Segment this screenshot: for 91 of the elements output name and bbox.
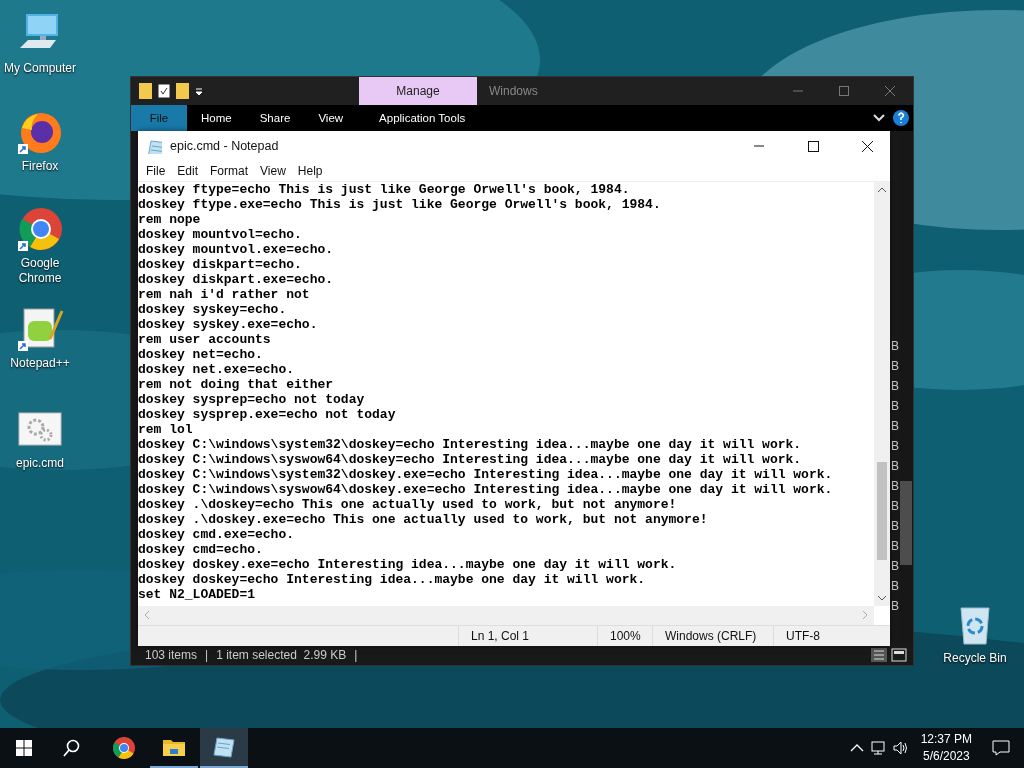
code-line: doskey ftype=echo This is just like George Orwell's book, 1984. [138,182,631,197]
file-size-text: B [891,438,899,455]
code-line: doskey .\doskey.exe=echo This one actually used to work, but not anymore! [138,512,709,527]
file-size-text: B [891,478,899,495]
desktop-icon-label[interactable]: Firefox [21,159,59,174]
file-size-text: B [891,558,899,575]
code-line: doskey net=echo. [138,347,264,362]
code-line: rem not doing that either [138,377,335,392]
code-line: doskey doskey.exe=echo Interesting idea...maybe one day it will work. [138,557,678,572]
file-size-text: B [891,398,899,415]
desktop-icon-label[interactable]: My Computer [4,61,76,76]
status-text: UTF-8 [773,626,886,646]
code-line: doskey diskpart.exe=echo. [138,272,335,287]
windows-logo-icon [16,740,32,756]
notification-icon[interactable] [992,740,1010,756]
status-text: 100% [597,626,652,646]
search-icon [63,739,81,757]
scrollbar[interactable] [874,182,890,606]
code-line: doskey diskpart=echo. [138,257,303,272]
code-line: doskey cmd=echo. [138,542,264,557]
desktop-icon-label[interactable]: epic.cmd [16,456,64,471]
properties-icon[interactable] [158,84,170,98]
menu-item[interactable]: Format [204,161,255,181]
code-line: doskey C:\windows\system32\doskey=echo Interesting idea...maybe one day it will work. [138,437,803,452]
code-line: doskey doskey=echo Interesting idea...maybe one day it will work. [138,572,647,587]
dropdown-icon[interactable] [195,86,203,96]
menu-item[interactable]: View [254,161,292,181]
file-size-text: B [891,518,899,535]
code-line: doskey mountvol.exe=echo. [138,242,335,257]
file-size-text: B [891,498,899,515]
volume-icon[interactable] [892,740,909,756]
code-line: doskey net.exe=echo. [138,362,296,377]
desktop-icon-label[interactable]: Recycle Bin [943,651,1007,666]
chrome-icon [16,205,64,253]
file-size-text: B [891,538,899,555]
window-title: Windows [488,83,539,100]
scrollbar-thumb[interactable] [877,462,887,560]
code-line: doskey sysprep=echo not today [138,392,366,407]
code-line: doskey syskey.exe=echo. [138,317,319,332]
taskbar-app[interactable] [200,728,248,768]
separator: | [205,648,209,662]
menu-item[interactable]: File [140,161,172,181]
menu-item[interactable]: Edit [171,161,205,181]
clock[interactable]: 12:37 PM 5/6/2023 [914,731,978,765]
ribbon-tab[interactable]: Home [187,105,246,131]
status-text: 1 item selected 2.99 KB [216,648,347,662]
network-icon[interactable] [870,740,887,756]
status-text: Windows (CRLF) [652,626,773,646]
file-size-text: B [891,418,899,435]
code-line: rem user accounts [138,332,272,347]
menu-item[interactable]: Help [291,161,329,181]
code-line: doskey C:\windows\syswow64\doskey.exe=echo Interesting idea...maybe one day it will work. [138,482,834,497]
status-text: 103 items [145,648,198,662]
notepad-icon [212,735,236,759]
file-size-text: B [891,458,899,475]
context-tab[interactable]: Manage [359,77,477,105]
code-line: rem nope [138,212,202,227]
code-line: doskey cmd.exe=echo. [138,527,296,542]
code-line: doskey mountvol=echo. [138,227,303,242]
code-line: doskey C:\windows\system32\doskey.exe=echo Interesting idea...maybe one day it will work. [138,467,834,482]
notepad-icon [146,138,162,154]
file-size-text: B [891,598,899,615]
status-text: Ln 1, Col 1 [458,626,597,646]
code-line: doskey syskey=echo. [138,302,288,317]
file-size-text: B [891,378,899,395]
code-line: doskey ftype.exe=echo This is just like George Orwell's book, 1984. [138,197,662,212]
ribbon-tab[interactable]: View [304,105,358,131]
ribbon-tab[interactable]: Share [245,105,305,131]
code-line: doskey sysprep.exe=echo not today [138,407,397,422]
large-icons-view-icon[interactable] [891,648,907,662]
file-size-text: B [891,338,899,355]
scrollbar-thumb[interactable] [900,481,912,565]
chrome-icon [112,736,136,760]
code-line: rem nah i'd rather not [138,287,311,302]
desktop-icon-label[interactable]: Google Chrome [0,256,80,286]
desktop-icon-label[interactable]: Notepad++ [10,356,70,371]
window-title: epic.cmd - Notepad [170,139,280,153]
close-icon[interactable] [861,140,873,152]
maximize-icon[interactable] [807,140,819,152]
code-line: set N2_LOADED=1 [138,587,257,602]
ribbon-tab[interactable]: File [131,105,187,131]
ribbon-tab[interactable]: Application Tools [365,105,480,131]
code-line: doskey .\doskey=echo This one actually used to work, but not anymore! [138,497,678,512]
code-line: rem lol [138,422,194,437]
scroll-down-icon[interactable] [877,593,887,603]
separator: | [354,648,358,662]
file-size-text: B [891,578,899,595]
file-size-text: B [891,358,899,375]
notepad-plus-icon [16,305,64,353]
code-line: doskey C:\windows\syswow64\doskey=echo Interesting idea...maybe one day it will work. [138,452,803,467]
scroll-up-icon[interactable] [877,185,887,195]
